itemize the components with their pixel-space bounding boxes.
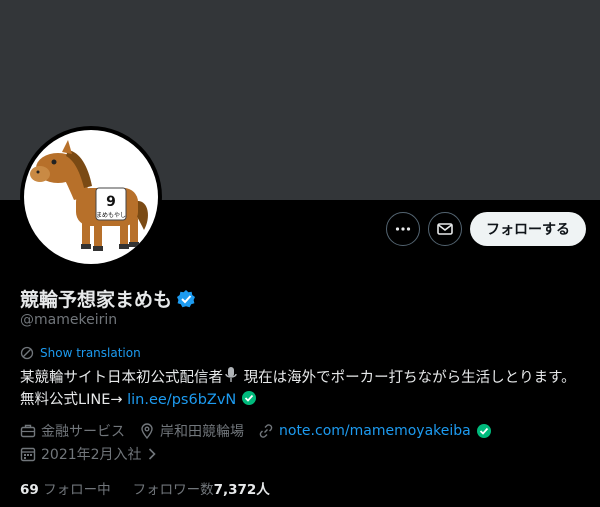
website-item[interactable]: note.com/mamemoyakeiba <box>258 423 492 439</box>
name-row: 競輪予想家まめも <box>20 285 196 312</box>
category-item: 金融サービス <box>20 421 125 441</box>
profile-meta-row-2: 2021年2月入社 <box>20 444 171 464</box>
bib-label: まめもやし <box>96 211 126 219</box>
category-label: 金融サービス <box>41 424 125 440</box>
more-icon <box>395 227 411 231</box>
bio-text-1: 某競輪サイト日本初公式配信者 <box>20 370 223 386</box>
more-button[interactable] <box>386 212 420 246</box>
following-count: 69 <box>20 482 39 498</box>
translate-icon <box>20 346 34 360</box>
briefcase-icon <box>20 424 36 438</box>
handle: @mamekeirin <box>20 312 118 328</box>
following-link[interactable]: 69 フォロー中 <box>20 478 111 498</box>
joined-item[interactable]: 2021年2月入社 <box>20 444 157 464</box>
chevron-right-icon <box>148 448 156 460</box>
verified-badge-icon[interactable] <box>176 289 196 309</box>
website-link[interactable]: note.com/mamemoyakeiba <box>279 423 471 439</box>
location-item: 岸和田競輪場 <box>139 421 244 441</box>
calendar-icon <box>20 447 36 462</box>
display-name: 競輪予想家まめも <box>20 289 173 311</box>
location-pin-icon <box>141 423 153 439</box>
website-verified-icon <box>476 424 491 438</box>
envelope-icon <box>437 223 453 235</box>
followers-count: 7,372人 <box>213 482 270 498</box>
bio: 某競輪サイト日本初公式配信者 現在は海外でポーカー打ちながら生活しとります。無料… <box>20 366 585 411</box>
followers-link[interactable]: フォロワー数7,372人 <box>133 478 270 498</box>
profile-meta-row-1: 金融サービス 岸和田競輪場 note.com/mamemoyakeiba <box>20 421 506 441</box>
bib-number: 9 <box>106 194 116 210</box>
avatar-frame[interactable]: 9 まめもやし <box>20 126 162 268</box>
bio-line-link[interactable]: lin.ee/ps6bZvN <box>127 392 236 408</box>
avatar[interactable]: 9 まめもやし <box>24 130 158 264</box>
follow-button[interactable]: フォローする <box>470 212 586 246</box>
link-icon <box>259 424 273 438</box>
show-translation-link[interactable]: Show translation <box>20 346 141 360</box>
microphone-icon <box>223 366 239 384</box>
joined-label: 2021年2月入社 <box>41 447 142 463</box>
link-verified-icon <box>241 390 257 406</box>
horse-avatar-icon: 9 まめもやし <box>30 140 148 251</box>
follow-stats: 69 フォロー中 フォロワー数7,372人 <box>20 478 270 498</box>
profile-actions: フォローする <box>386 212 586 246</box>
message-button[interactable] <box>428 212 462 246</box>
show-translation-label[interactable]: Show translation <box>40 346 141 360</box>
following-label: フォロー中 <box>43 482 111 498</box>
location-label: 岸和田競輪場 <box>160 424 244 440</box>
followers-label: フォロワー数 <box>132 482 214 498</box>
